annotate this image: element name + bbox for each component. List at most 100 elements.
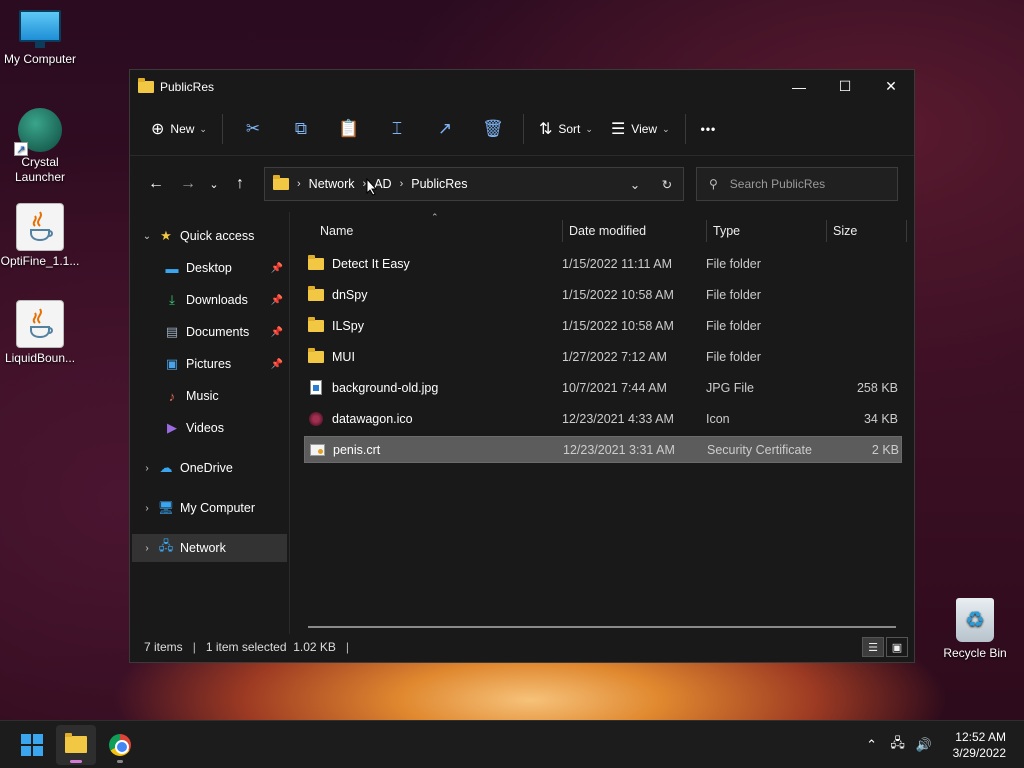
details-view-button[interactable]: ☰ bbox=[862, 637, 884, 657]
view-button[interactable]: ☰ View ⌄ bbox=[602, 111, 679, 147]
show-hidden-icons-button[interactable]: ⌃ bbox=[859, 737, 885, 753]
chevron-right-icon: › bbox=[399, 178, 404, 190]
copy-button[interactable]: ⧉ bbox=[277, 111, 325, 147]
up-button[interactable]: ↑ bbox=[224, 168, 256, 200]
maximize-button[interactable]: ☐ bbox=[822, 71, 868, 103]
sidebar-item-label: OneDrive bbox=[180, 461, 233, 475]
sidebar-item-videos[interactable]: ▶ Videos bbox=[132, 414, 287, 442]
file-row[interactable]: datawagon.ico 12/23/2021 4:33 AM Icon 34… bbox=[304, 405, 902, 432]
refresh-button[interactable]: ↻ bbox=[651, 177, 683, 192]
sidebar-item-desktop[interactable]: ▬ Desktop 📌 bbox=[132, 254, 287, 282]
arrow-right-icon: → bbox=[180, 175, 196, 192]
chevron-right-icon: › bbox=[145, 542, 149, 554]
computer-icon: 🖥 bbox=[157, 500, 175, 515]
share-button[interactable]: ↗ bbox=[421, 111, 469, 147]
recent-locations-button[interactable]: ⌄ bbox=[204, 168, 224, 200]
file-type: Security Certificate bbox=[707, 442, 812, 457]
tiles-view-button[interactable]: ▣ bbox=[886, 637, 908, 657]
new-button[interactable]: ⊕ New ⌄ bbox=[142, 111, 216, 147]
desktop-icon-recycle-bin[interactable]: ♻ Recycle Bin bbox=[935, 598, 1015, 660]
sidebar-item-quick-access[interactable]: ⌄ ★ Quick access bbox=[132, 222, 287, 250]
network-status-button[interactable]: 🖧 bbox=[885, 734, 911, 756]
file-explorer-window: PublicRes — ☐ ✕ ⊕ New ⌄ ✂ ⧉ 📋 ⌶ ↗ 🗑 ⇅ So… bbox=[129, 69, 915, 663]
chevron-right-icon: › bbox=[145, 462, 149, 474]
file-row-selected[interactable]: penis.crt 12/23/2021 3:31 AM Security Ce… bbox=[304, 436, 902, 463]
delete-button[interactable]: 🗑 bbox=[469, 111, 517, 147]
address-history-button[interactable]: ⌄ bbox=[619, 177, 651, 192]
file-name: dnSpy bbox=[332, 287, 368, 302]
download-icon: ⤓ bbox=[169, 292, 175, 307]
sidebar-item-downloads[interactable]: ⤓ Downloads 📌 bbox=[132, 286, 287, 314]
desktop-icon-liquidbounce[interactable]: LiquidBoun... bbox=[0, 300, 80, 365]
cut-button[interactable]: ✂ bbox=[229, 111, 277, 147]
sidebar-item-label: Network bbox=[180, 541, 226, 555]
arrow-up-icon: ↑ bbox=[236, 175, 244, 192]
column-name[interactable]: Name bbox=[290, 220, 563, 242]
file-type: File folder bbox=[706, 349, 761, 364]
paste-button[interactable]: 📋 bbox=[325, 111, 373, 147]
search-input[interactable]: Search PublicRes bbox=[730, 177, 825, 191]
arrow-left-icon: ← bbox=[148, 175, 164, 192]
view-lines-icon: ☰ bbox=[610, 121, 626, 138]
address-bar[interactable]: › Network › AD › PublicRes ⌄ ↻ bbox=[264, 167, 684, 201]
column-type[interactable]: Type bbox=[707, 220, 827, 242]
desktop-icon-my-computer[interactable]: My Computer bbox=[0, 10, 80, 66]
more-options-button[interactable]: ••• bbox=[692, 111, 726, 147]
taskbar-chrome[interactable] bbox=[100, 725, 140, 765]
sidebar-item-network[interactable]: › 🖧 Network bbox=[132, 534, 287, 562]
horizontal-scrollbar[interactable] bbox=[308, 626, 896, 628]
file-name: Detect It Easy bbox=[332, 256, 410, 271]
file-row[interactable]: MUI 1/27/2022 7:12 AM File folder bbox=[304, 343, 902, 370]
sidebar-item-documents[interactable]: ▤ Documents 📌 bbox=[132, 318, 287, 346]
file-date: 1/15/2022 10:58 AM bbox=[562, 318, 674, 333]
chrome-icon bbox=[109, 733, 131, 756]
volume-button[interactable]: 🔊 bbox=[911, 737, 937, 753]
taskbar-file-explorer[interactable] bbox=[56, 724, 96, 765]
rename-button[interactable]: ⌶ bbox=[373, 111, 421, 147]
file-date: 1/15/2022 11:11 AM bbox=[562, 256, 673, 271]
file-row[interactable]: dnSpy 1/15/2022 10:58 AM File folder bbox=[304, 281, 902, 308]
sort-label: Sort bbox=[558, 122, 581, 136]
column-date-modified[interactable]: Date modified bbox=[563, 220, 707, 242]
clock[interactable]: 12:52 AM 3/29/2022 bbox=[953, 729, 1006, 761]
chevron-right-icon: › bbox=[145, 502, 149, 514]
folder-icon bbox=[308, 285, 324, 302]
divider bbox=[684, 114, 686, 144]
file-row[interactable]: ILSpy 1/15/2022 10:58 AM File folder bbox=[304, 312, 902, 339]
divider bbox=[522, 114, 524, 144]
file-list: ⌃ Name Date modified Type Size Detect It… bbox=[290, 212, 914, 634]
file-name: penis.crt bbox=[333, 442, 381, 457]
sidebar-item-music[interactable]: ♪ Music bbox=[132, 382, 287, 410]
sidebar-item-pictures[interactable]: ▣ Pictures 📌 bbox=[132, 350, 287, 378]
breadcrumb-network[interactable]: Network bbox=[309, 177, 355, 191]
running-indicator bbox=[70, 759, 82, 763]
file-date: 12/23/2021 3:31 AM bbox=[563, 442, 675, 457]
taskbar: ⌃ 🖧 🔊 12:52 AM 3/29/2022 bbox=[0, 720, 1024, 768]
start-button[interactable] bbox=[12, 725, 52, 765]
more-options-icon: ••• bbox=[700, 122, 717, 136]
navigation-pane: ⌄ ★ Quick access ▬ Desktop 📌 ⤓ Downloads… bbox=[130, 212, 290, 634]
new-label: New bbox=[170, 122, 195, 136]
back-button[interactable]: ← bbox=[140, 168, 172, 200]
file-row[interactable]: background-old.jpg 10/7/2021 7:44 AM JPG… bbox=[304, 374, 902, 401]
close-button[interactable]: ✕ bbox=[868, 71, 914, 103]
forward-button[interactable]: → bbox=[172, 168, 204, 200]
selection-info: 1 item selected 1.02 KB bbox=[205, 640, 336, 654]
java-icon bbox=[16, 300, 64, 348]
minimize-button[interactable]: — bbox=[776, 71, 822, 103]
sidebar-item-my-computer[interactable]: › 🖥 My Computer bbox=[132, 494, 287, 522]
sidebar-item-onedrive[interactable]: › ☁ OneDrive bbox=[132, 454, 287, 482]
chevron-down-icon: ⌄ bbox=[662, 123, 670, 134]
sort-button[interactable]: ⇅ Sort ⌄ bbox=[530, 111, 602, 147]
file-name: ILSpy bbox=[332, 318, 364, 333]
file-row[interactable]: Detect It Easy 1/15/2022 11:11 AM File f… bbox=[304, 250, 902, 277]
sidebar-item-label: Music bbox=[186, 389, 219, 403]
desktop-icon-optifine[interactable]: OptiFine_1.1... bbox=[0, 203, 80, 268]
file-date: 1/15/2022 10:58 AM bbox=[562, 287, 674, 302]
title-bar[interactable]: PublicRes — ☐ ✕ bbox=[130, 70, 914, 103]
desktop-icon-crystal-launcher[interactable]: ↗ Crystal Launcher bbox=[0, 108, 80, 185]
breadcrumb-publicres[interactable]: PublicRes bbox=[411, 177, 467, 191]
status-bar: 7 items | 1 item selected 1.02 KB | ☰ ▣ bbox=[130, 632, 914, 662]
column-size[interactable]: Size bbox=[827, 220, 907, 242]
search-box[interactable]: ⚲ Search PublicRes bbox=[696, 167, 898, 201]
